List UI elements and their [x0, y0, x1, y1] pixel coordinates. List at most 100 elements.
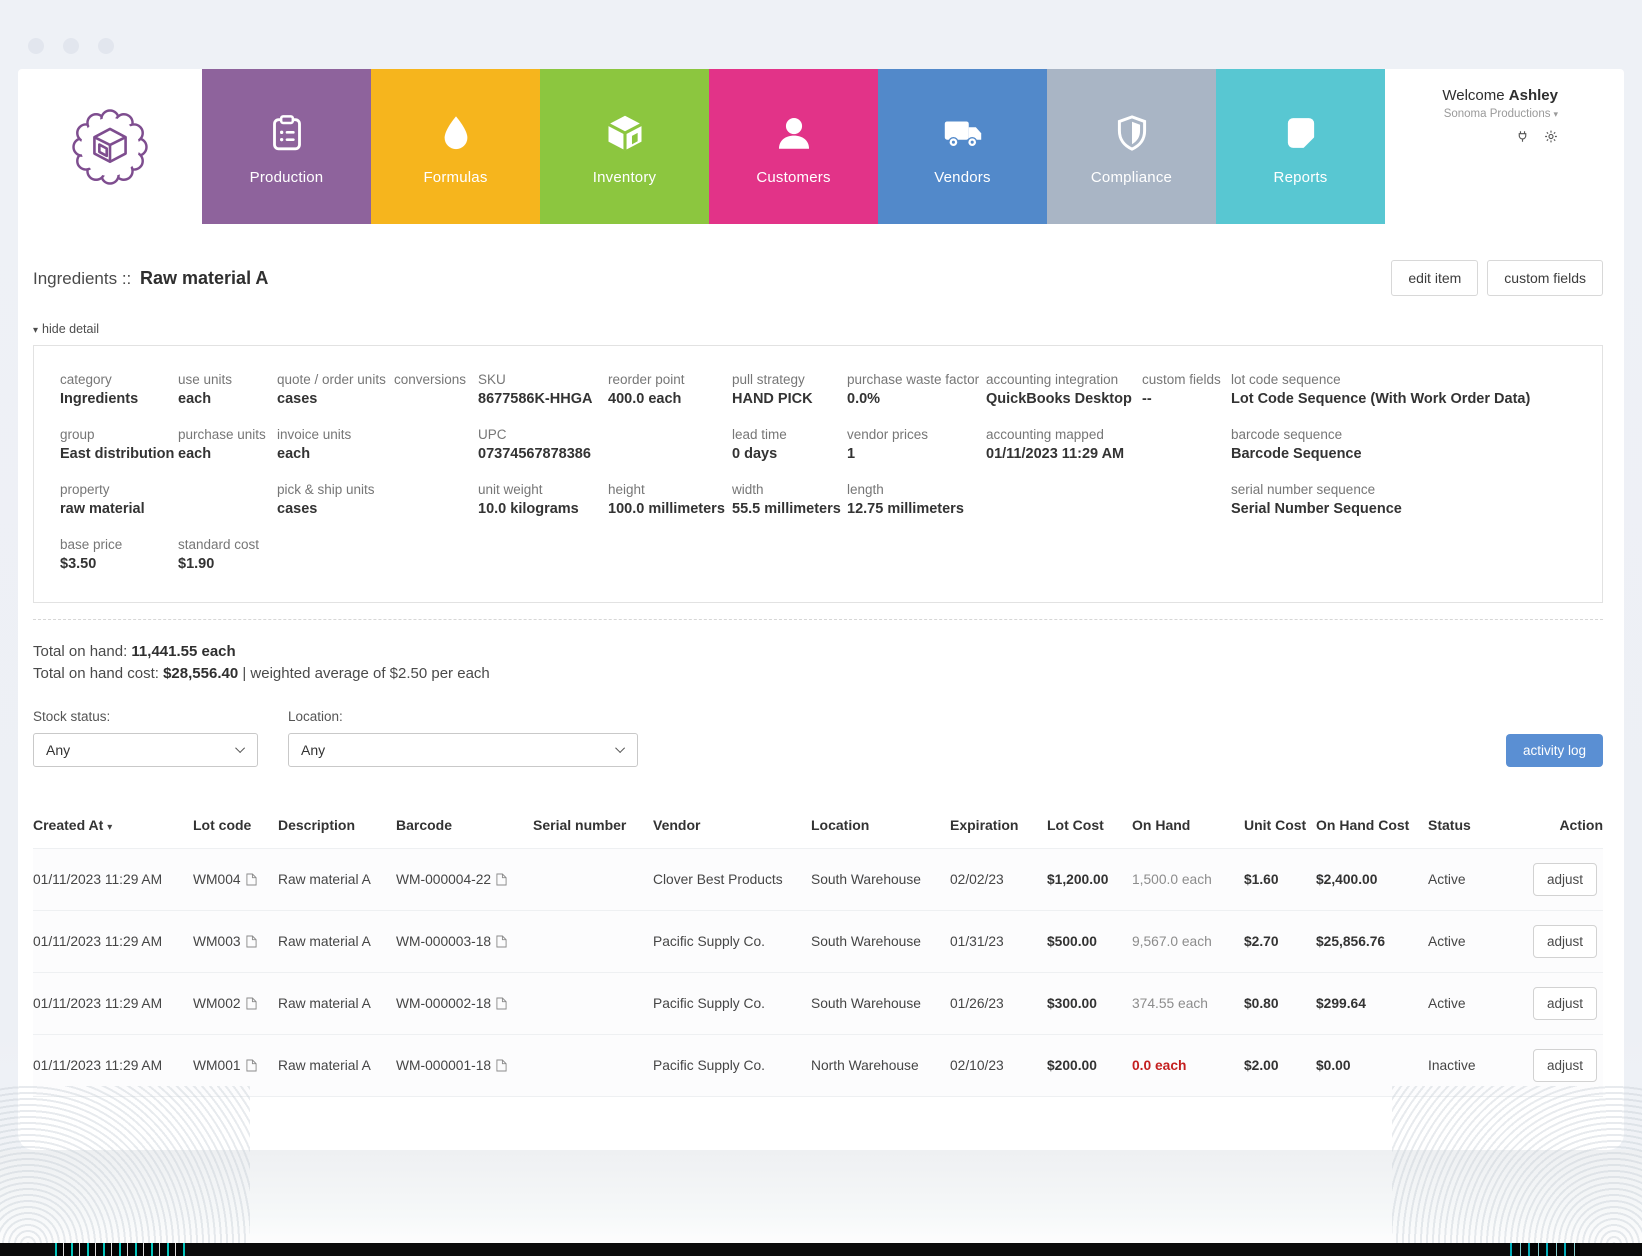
dashed-divider — [33, 619, 1603, 620]
edit-item-button[interactable]: edit item — [1391, 260, 1478, 296]
nav-tab-label: Compliance — [1091, 169, 1172, 186]
adjust-button[interactable]: adjust — [1533, 863, 1597, 896]
location-value: Any — [301, 742, 325, 758]
col-lot-code[interactable]: Lot code — [193, 817, 278, 849]
window-control-dot[interactable] — [98, 38, 114, 54]
status-badge: Active — [1428, 848, 1520, 910]
cell-location: South Warehouse — [811, 848, 950, 910]
adjust-button[interactable]: adjust — [1533, 987, 1597, 1020]
document-icon[interactable] — [496, 935, 507, 948]
settings-gear-icon[interactable] — [1544, 129, 1558, 148]
status-badge: Active — [1428, 972, 1520, 1034]
adjust-button[interactable]: adjust — [1533, 925, 1597, 958]
cell-on-hand: 1,500.0 each — [1132, 848, 1244, 910]
col-unit-cost[interactable]: Unit Cost — [1244, 817, 1316, 849]
glitch-artifact — [1510, 1243, 1580, 1256]
document-icon[interactable] — [246, 1059, 257, 1072]
status-badge: Active — [1428, 910, 1520, 972]
cell-lot-cost: $1,200.00 — [1047, 848, 1132, 910]
table-row: 01/11/2023 11:29 AM WM003 Raw material A… — [33, 910, 1603, 972]
cell-vendor: Pacific Supply Co. — [653, 910, 811, 972]
cell-unit-cost: $2.70 — [1244, 910, 1316, 972]
cell-on-hand-cost: $0.00 — [1316, 1034, 1428, 1096]
col-on-hand-cost[interactable]: On Hand Cost — [1316, 817, 1428, 849]
field-upc: UPC07374567878386 — [478, 427, 608, 462]
field-sku: SKU8677586K-HHGA — [478, 372, 608, 407]
field-height: height100.0 millimeters — [608, 482, 732, 517]
nav-tab-label: Production — [250, 169, 324, 186]
custom-fields-button[interactable]: custom fields — [1487, 260, 1603, 296]
document-icon[interactable] — [246, 935, 257, 948]
stock-status-value: Any — [46, 742, 70, 758]
cell-lot-code: WM004 — [193, 848, 278, 910]
col-serial-number[interactable]: Serial number — [533, 817, 653, 849]
col-barcode[interactable]: Barcode — [396, 817, 533, 849]
welcome-prefix: Welcome — [1442, 87, 1504, 104]
col-vendor[interactable]: Vendor — [653, 817, 811, 849]
field-accounting-integration: accounting integrationQuickBooks Desktop — [986, 372, 1142, 407]
cell-barcode: WM-000002-18 — [396, 972, 533, 1034]
nav-tab-reports[interactable]: Reports — [1216, 69, 1385, 224]
org-dropdown[interactable]: Sonoma Productions▾ — [1385, 108, 1558, 120]
adjust-button[interactable]: adjust — [1533, 1049, 1597, 1082]
field-unit-weight: unit weight10.0 kilograms — [478, 482, 608, 517]
nav-tab-vendors[interactable]: Vendors — [878, 69, 1047, 224]
location-filter: Location: Any — [258, 709, 638, 767]
col-description[interactable]: Description — [278, 817, 396, 849]
field-invoice-units: invoice unitseach — [277, 427, 394, 462]
cell-unit-cost: $0.80 — [1244, 972, 1316, 1034]
document-icon[interactable] — [496, 1059, 507, 1072]
cell-description: Raw material A — [278, 1034, 396, 1096]
hide-detail-toggle[interactable]: ▾hide detail — [33, 322, 1603, 336]
nav-tab-formulas[interactable]: Formulas — [371, 69, 540, 224]
col-lot-cost[interactable]: Lot Cost — [1047, 817, 1132, 849]
app-logo[interactable] — [18, 69, 202, 224]
chevron-down-icon — [615, 743, 625, 753]
stock-status-label: Stock status: — [33, 709, 258, 724]
field-quote-order-units: quote / order unitscases — [277, 372, 394, 407]
total-cost-value: $28,556.40 — [163, 665, 238, 682]
nav-tab-production[interactable]: Production — [202, 69, 371, 224]
person-icon — [772, 107, 816, 159]
breadcrumb-section[interactable]: Ingredients :: — [33, 269, 131, 288]
cell-barcode: WM-000003-18 — [396, 910, 533, 972]
cube-icon — [603, 107, 647, 159]
col-status[interactable]: Status — [1428, 817, 1520, 849]
field-property: propertyraw material — [60, 482, 178, 517]
location-label: Location: — [288, 709, 638, 724]
stock-status-select[interactable]: Any — [33, 733, 258, 767]
document-icon[interactable] — [496, 997, 507, 1010]
total-on-hand-line: Total on hand: 11,441.55 each — [33, 641, 1603, 663]
field-purchase-units: purchase unitseach — [178, 427, 277, 462]
field-lead-time: lead time0 days — [732, 427, 847, 462]
nav-tab-compliance[interactable]: Compliance — [1047, 69, 1216, 224]
window-controls[interactable] — [28, 38, 114, 54]
cell-lot-cost: $200.00 — [1047, 1034, 1132, 1096]
report-icon — [1280, 107, 1322, 159]
field-length: length12.75 millimeters — [847, 482, 986, 517]
breadcrumb: Ingredients :: Raw material A — [33, 268, 268, 289]
cell-description: Raw material A — [278, 972, 396, 1034]
nav-tab-inventory[interactable]: Inventory — [540, 69, 709, 224]
col-expiration[interactable]: Expiration — [950, 817, 1047, 849]
cell-location: South Warehouse — [811, 972, 950, 1034]
location-select[interactable]: Any — [288, 733, 638, 767]
document-icon[interactable] — [246, 997, 257, 1010]
field-barcode-sequence: barcode sequenceBarcode Sequence — [1231, 427, 1576, 462]
window-control-dot[interactable] — [28, 38, 44, 54]
col-created-at[interactable]: Created At▾ — [33, 817, 193, 849]
org-name: Sonoma Productions — [1444, 108, 1551, 120]
cell-vendor: Pacific Supply Co. — [653, 972, 811, 1034]
window-control-dot[interactable] — [63, 38, 79, 54]
drop-icon — [435, 107, 477, 159]
field-lot-code-sequence: lot code sequenceLot Code Sequence (With… — [1231, 372, 1576, 407]
nav-tab-customers[interactable]: Customers — [709, 69, 878, 224]
activity-log-button[interactable]: activity log — [1506, 734, 1603, 767]
item-detail-panel: categoryIngredients use unitseach quote … — [33, 345, 1603, 603]
document-icon[interactable] — [246, 873, 257, 886]
col-location[interactable]: Location — [811, 817, 950, 849]
integrations-plug-icon[interactable] — [1516, 129, 1529, 148]
clipboard-icon — [267, 107, 307, 159]
document-icon[interactable] — [496, 873, 507, 886]
col-on-hand[interactable]: On Hand — [1132, 817, 1244, 849]
